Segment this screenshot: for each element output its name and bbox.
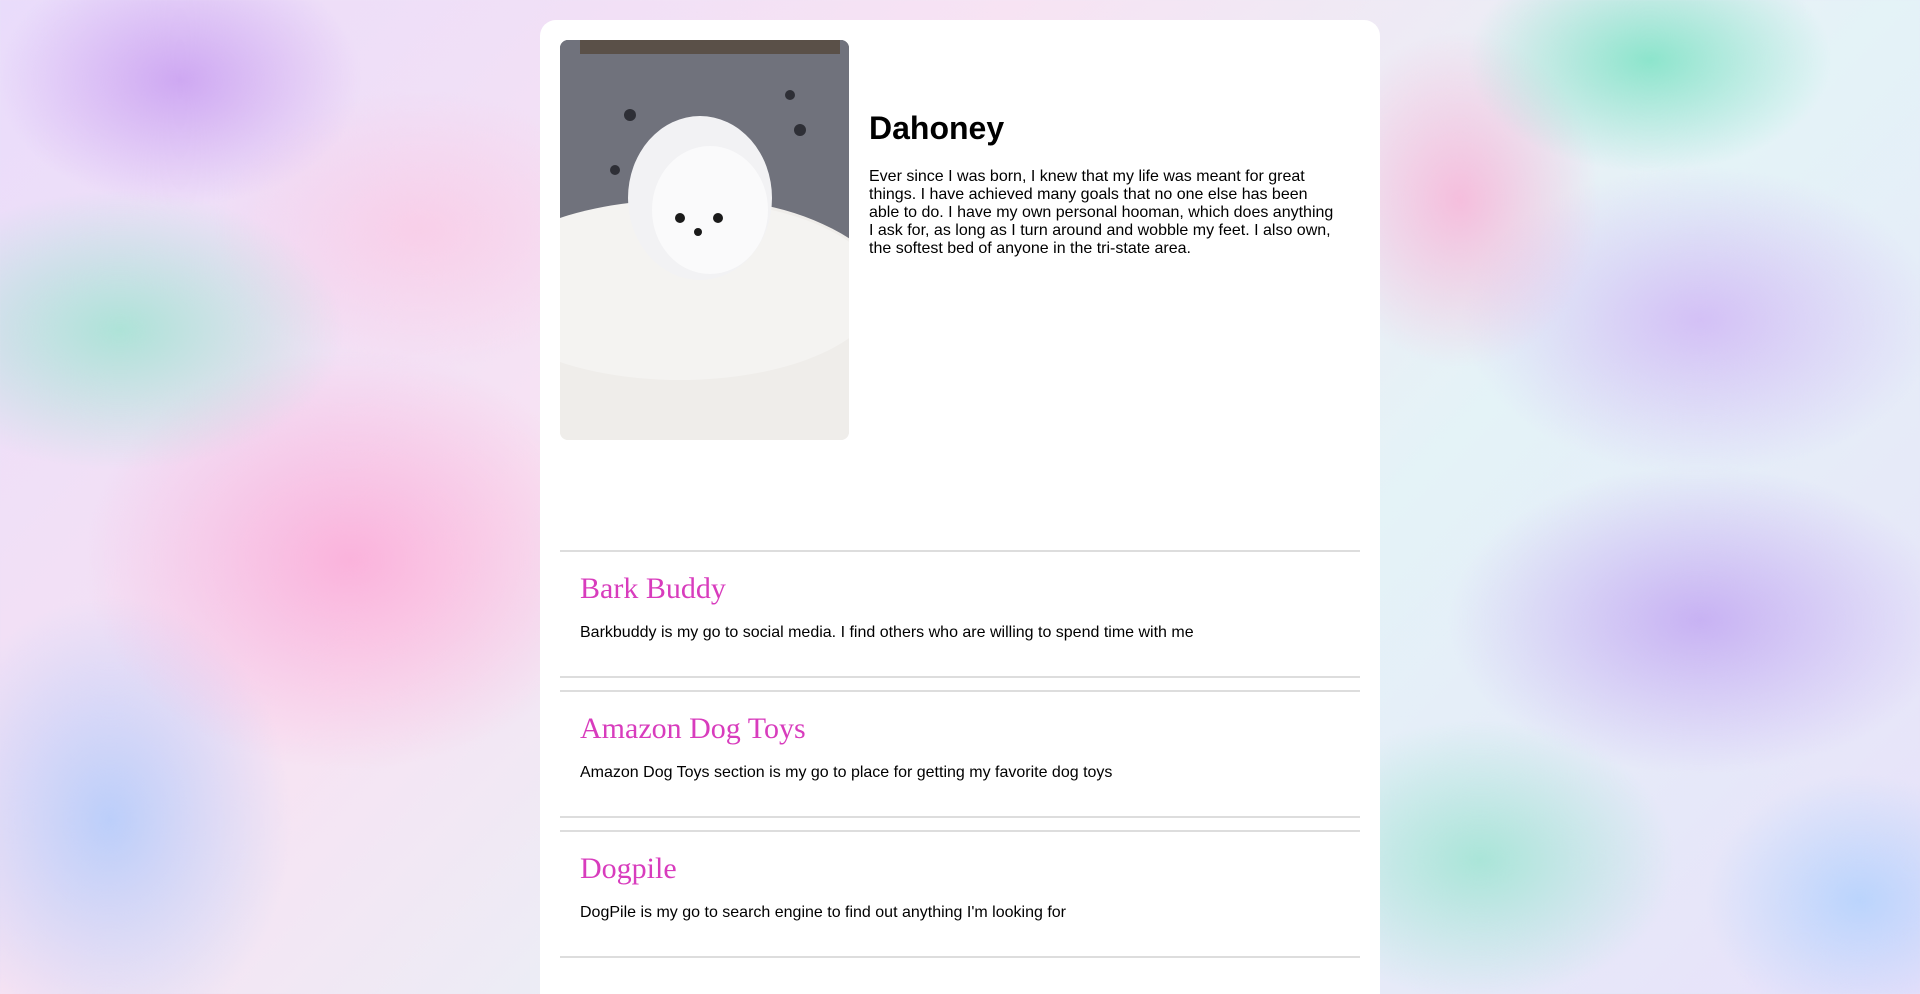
profile-name: Dahoney	[869, 110, 1005, 146]
profile-card: Dahoney Ever since I was born, I knew th…	[540, 20, 1380, 994]
link-bark-buddy[interactable]: Bark Buddy	[580, 572, 726, 606]
profile-bio: Ever since I was born, I knew that my li…	[869, 168, 1334, 257]
link-section-bark-buddy: Bark Buddy Barkbuddy is my go to social …	[560, 550, 1360, 678]
link-amazon-dog-toys[interactable]: Amazon Dog Toys	[580, 712, 806, 746]
dog-photo-illustration	[560, 40, 849, 440]
link-description: Barkbuddy is my go to social media. I fi…	[580, 624, 1194, 641]
link-dogpile[interactable]: Dogpile	[580, 852, 677, 886]
link-section-amazon-dog-toys: Amazon Dog Toys Amazon Dog Toys section …	[560, 690, 1360, 818]
link-description: Amazon Dog Toys section is my go to plac…	[580, 764, 1113, 781]
profile-photo	[560, 40, 849, 440]
link-description: DogPile is my go to search engine to fin…	[580, 904, 1066, 921]
link-section-dogpile: Dogpile DogPile is my go to search engin…	[560, 830, 1360, 958]
